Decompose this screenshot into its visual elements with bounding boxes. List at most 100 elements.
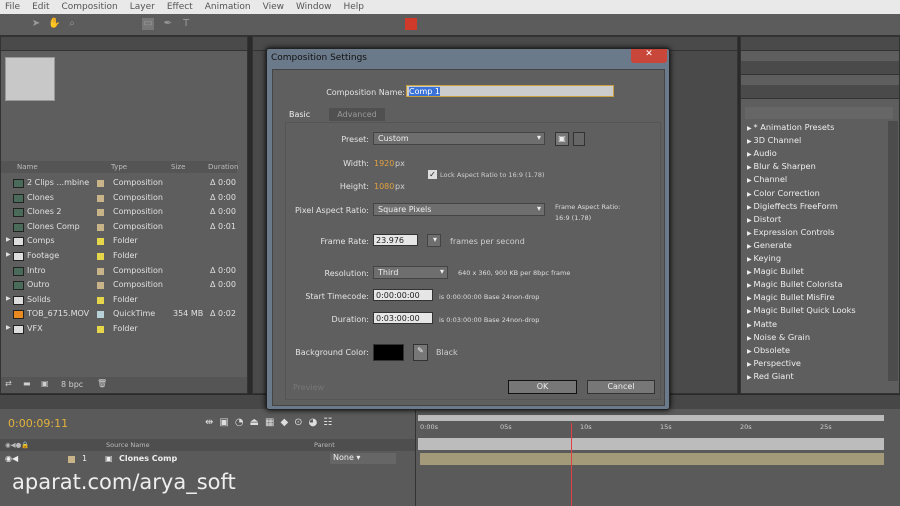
menu-view[interactable]: View: [263, 2, 284, 12]
hand-tool-icon[interactable]: ✋: [48, 18, 60, 30]
project-item[interactable]: TOB_6715.MOV QuickTime 354 MB Δ 0:02: [1, 307, 237, 322]
resolution-dropdown[interactable]: Third: [373, 266, 448, 279]
expand-arrow-icon[interactable]: ▶: [6, 324, 11, 331]
layer-name[interactable]: Clones Comp: [119, 454, 177, 463]
bg-color-swatch[interactable]: [373, 344, 404, 361]
effect-category[interactable]: ▶ Generate: [747, 240, 792, 250]
col-type[interactable]: Type: [111, 163, 127, 171]
col-name[interactable]: Name: [17, 163, 38, 171]
par-dropdown[interactable]: Square Pixels: [373, 203, 545, 216]
tab-advanced[interactable]: Advanced: [329, 108, 385, 121]
effect-category[interactable]: ▶ Color Correction: [747, 188, 820, 198]
fill-color-swatch[interactable]: [405, 18, 417, 30]
work-area-bar[interactable]: [418, 415, 884, 421]
effects-search-input[interactable]: [745, 107, 893, 119]
effect-category[interactable]: ▶ Matte: [747, 319, 777, 329]
col-duration[interactable]: Duration: [208, 163, 238, 171]
expand-arrow-icon[interactable]: ▶: [6, 236, 11, 243]
label-color[interactable]: [97, 282, 104, 290]
lock-aspect-checkbox[interactable]: ✓: [428, 170, 437, 179]
project-item[interactable]: ▶ VFX Folder: [1, 322, 237, 337]
preset-dropdown[interactable]: Custom: [373, 132, 545, 145]
info-tab[interactable]: [741, 37, 899, 51]
menu-effect[interactable]: Effect: [167, 2, 193, 12]
project-item[interactable]: ▶ Footage Folder: [1, 249, 237, 264]
trash-icon[interactable]: 🗑: [97, 379, 107, 388]
effect-category[interactable]: ▶ Distort: [747, 214, 781, 224]
project-item[interactable]: 2 Clips ...mbine Composition Δ 0:00: [1, 176, 237, 191]
height-value[interactable]: 1080: [374, 182, 394, 191]
label-color[interactable]: [97, 253, 104, 260]
label-color[interactable]: [97, 267, 104, 275]
rectangle-tool-icon[interactable]: ▭: [142, 18, 154, 30]
menu-window[interactable]: Window: [296, 2, 332, 12]
project-item[interactable]: Clones Composition Δ 0:00: [1, 191, 237, 206]
duration-input[interactable]: 0:03:00:00: [373, 312, 433, 324]
effect-category[interactable]: ▶ Magic Bullet: [747, 266, 804, 276]
project-item[interactable]: Intro Composition Δ 0:00: [1, 264, 237, 279]
effect-category[interactable]: ▶ Digieffects FreeForm: [747, 201, 838, 211]
video-toggle-icon[interactable]: ◉◀: [5, 454, 18, 463]
layer-label-color[interactable]: [68, 456, 75, 463]
menu-file[interactable]: File: [5, 2, 20, 12]
project-item[interactable]: Outro Composition Δ 0:00: [1, 278, 237, 293]
timeline-switches-toolbar[interactable]: ⇹▣◔⏏▦◆⊙◕☷: [205, 417, 338, 428]
layer-row[interactable]: ◉◀ 1 ▣ Clones Comp None ▾: [0, 453, 415, 465]
comp-name-input[interactable]: Comp 1: [406, 85, 614, 97]
preview-tab[interactable]: [741, 61, 899, 75]
effect-category[interactable]: ▶ Magic Bullet Colorista: [747, 279, 843, 289]
label-color[interactable]: [97, 326, 104, 333]
menu-help[interactable]: Help: [343, 2, 364, 12]
project-item[interactable]: Clones 2 Composition Δ 0:00: [1, 205, 237, 220]
interpret-footage-icon[interactable]: ⇄: [5, 379, 12, 388]
parent-dropdown[interactable]: None ▾: [330, 453, 396, 464]
expand-arrow-icon[interactable]: ▶: [6, 295, 11, 302]
effects-scrollbar[interactable]: [888, 121, 898, 381]
effect-category[interactable]: ▶ Keying: [747, 253, 781, 263]
preview-checkbox[interactable]: Preview: [293, 383, 324, 392]
project-tab[interactable]: [1, 37, 247, 51]
effect-category[interactable]: ▶ * Animation Presets: [747, 122, 834, 132]
menu-composition[interactable]: Composition: [62, 2, 118, 12]
effect-category[interactable]: ▶ Magic Bullet Quick Looks: [747, 305, 856, 315]
effect-category[interactable]: ▶ Noise & Grain: [747, 332, 810, 342]
effect-category[interactable]: ▶ Red Giant: [747, 371, 794, 381]
effect-category[interactable]: ▶ Audio: [747, 148, 777, 158]
cancel-button[interactable]: Cancel: [587, 380, 655, 394]
effect-category[interactable]: ▶ Obsolete: [747, 345, 790, 355]
label-color[interactable]: [97, 238, 104, 246]
menu-animation[interactable]: Animation: [205, 2, 251, 12]
current-time-indicator[interactable]: [571, 423, 573, 506]
project-item[interactable]: ▶ Comps Folder: [1, 234, 237, 249]
effects-presets-tab[interactable]: [741, 85, 899, 99]
eyedropper-icon[interactable]: ✎: [413, 344, 428, 361]
effect-category[interactable]: ▶ Blur & Sharpen: [747, 161, 816, 171]
delete-preset-button[interactable]: [573, 132, 585, 146]
current-timecode[interactable]: 0:00:09:11: [8, 417, 68, 430]
layer-duration-bar[interactable]: [420, 453, 884, 465]
start-timecode-input[interactable]: 0:00:00:00: [373, 289, 433, 301]
effect-category[interactable]: ▶ Perspective: [747, 358, 801, 368]
label-color[interactable]: [97, 209, 104, 217]
expand-arrow-icon[interactable]: ▶: [6, 251, 11, 258]
ok-button[interactable]: OK: [508, 380, 577, 394]
new-comp-icon[interactable]: ▣: [41, 379, 49, 388]
menu-layer[interactable]: Layer: [130, 2, 155, 12]
project-item[interactable]: Clones Comp Composition Δ 0:01: [1, 220, 237, 235]
fps-dropdown[interactable]: [427, 234, 441, 247]
label-color[interactable]: [97, 194, 104, 202]
selection-tool-icon[interactable]: ➤: [30, 18, 42, 30]
project-item[interactable]: ▶ Solids Folder: [1, 293, 237, 308]
effect-category[interactable]: ▶ Magic Bullet MisFire: [747, 292, 835, 302]
pen-tool-icon[interactable]: ✒: [162, 18, 174, 30]
label-color[interactable]: [97, 223, 104, 231]
save-preset-button[interactable]: ▣: [555, 132, 569, 146]
text-tool-icon[interactable]: T: [180, 18, 192, 30]
close-button[interactable]: ✕: [631, 49, 667, 63]
label-color[interactable]: [97, 180, 104, 187]
menu-edit[interactable]: Edit: [32, 2, 49, 12]
tab-basic[interactable]: Basic: [289, 110, 310, 119]
time-ruler[interactable]: 0:00s 05s 10s 15s 20s 25s: [418, 422, 884, 436]
effect-category[interactable]: ▶ Expression Controls: [747, 227, 834, 237]
effect-category[interactable]: ▶ Channel: [747, 174, 787, 184]
